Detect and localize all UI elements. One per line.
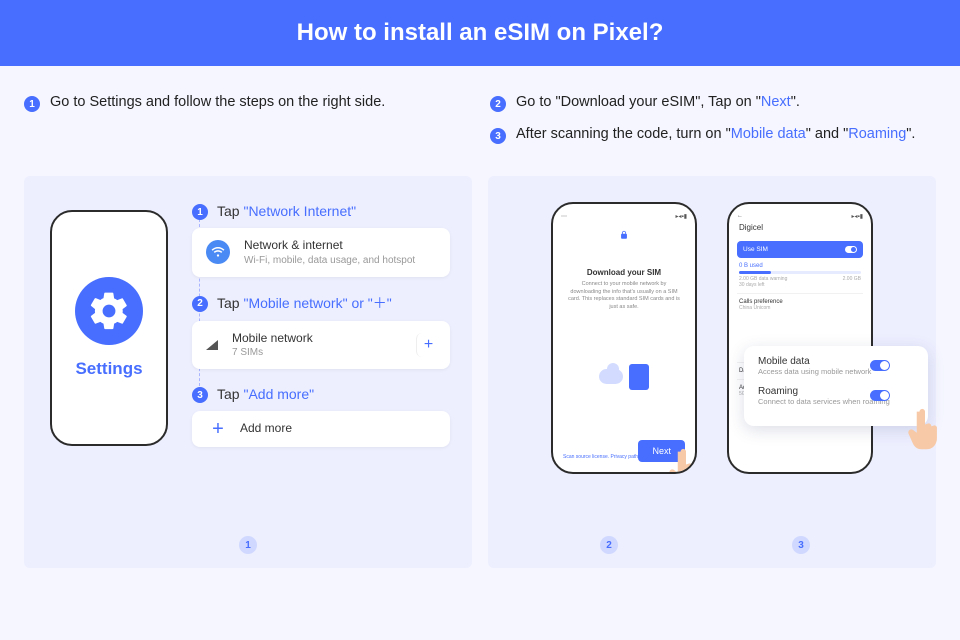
download-sub: Connect to your mobile network by downlo… (561, 281, 687, 312)
plus-icon[interactable]: + (416, 333, 440, 357)
panel-badge-1: 1 (239, 536, 257, 554)
page-title: How to install an eSIM on Pixel? (297, 19, 664, 47)
intro-step-1: 1 Go to Settings and follow the steps on… (24, 94, 470, 112)
carrier-label: Digicel (737, 220, 863, 235)
network-internet-link: "Network Internet" (243, 203, 356, 219)
step-number-1: 1 (24, 96, 40, 112)
row-sub: 7 SIMs (232, 346, 313, 359)
intro-step-2: 2 Go to "Download your eSIM", Tap on "Ne… (490, 94, 936, 112)
plus-link: "＋" (368, 295, 392, 311)
substep-1-num: 1 (192, 204, 208, 220)
network-internet-row[interactable]: Network & internet Wi-Fi, mobile, data u… (192, 228, 450, 277)
card-left: Settings 1 Tap "Network Internet" Networ… (24, 176, 472, 568)
substep-3-num: 3 (192, 387, 208, 403)
mobile-data-toggle[interactable] (870, 360, 890, 371)
calls-preference-row[interactable]: Calls preference China Unicom (737, 293, 863, 316)
sim-card-icon (629, 364, 649, 390)
row-title: Add more (240, 421, 292, 437)
cloud-icon (599, 369, 623, 384)
substep-1: 1 Tap "Network Internet" Network & inter… (192, 202, 450, 277)
source-license-link[interactable]: Scan source license. Privacy path (563, 454, 638, 460)
intro-step-1-text: Go to Settings and follow the steps on t… (50, 94, 385, 110)
add-more-row[interactable]: + Add more (192, 411, 450, 447)
usage-label: 0 B used (739, 263, 861, 269)
next-link: Next (761, 94, 791, 110)
header: How to install an eSIM on Pixel? (0, 0, 960, 66)
hand-pointer-icon (667, 448, 697, 474)
settings-label: Settings (75, 359, 142, 379)
panel-badge-3: 3 (792, 536, 810, 554)
intro-col-left: 1 Go to Settings and follow the steps on… (24, 94, 470, 158)
substep-2-num: 2 (192, 296, 208, 312)
gear-icon (75, 277, 143, 345)
intro-step-2-text: Go to "Download your eSIM", Tap on "Next… (516, 94, 800, 110)
substep-2: 2 Tap "Mobile network" or "＋" Mobile net… (192, 293, 450, 370)
mobile-network-link: "Mobile network" (243, 295, 347, 311)
toggles-overlay: Mobile data Access data using mobile net… (744, 346, 928, 426)
phone-settings-mock: Settings (50, 210, 168, 446)
row-sub: Wi-Fi, mobile, data usage, and hotspot (244, 254, 415, 267)
intro-step-3: 3 After scanning the code, turn on "Mobi… (490, 126, 936, 144)
step-number-3: 3 (490, 128, 506, 144)
roaming-link: Roaming (848, 126, 906, 142)
use-sim-toggle[interactable]: Use SIM (737, 241, 863, 258)
hand-pointer-icon (906, 408, 944, 452)
plus-icon: + (210, 421, 226, 437)
card-right: ⋯▸◂▪▮ Download your SIM Connect to your … (488, 176, 936, 568)
sim-illustration (561, 334, 687, 420)
substeps-column: 1 Tap "Network Internet" Network & inter… (192, 202, 450, 463)
substep-3: 3 Tap "Add more" + Add more (192, 385, 450, 447)
intro-steps: 1 Go to Settings and follow the steps on… (0, 66, 960, 176)
phone-mock-download: ⋯▸◂▪▮ Download your SIM Connect to your … (551, 202, 697, 474)
intro-step-3-text: After scanning the code, turn on "Mobile… (516, 126, 915, 142)
toggle-icon (845, 246, 857, 253)
mobile-network-row[interactable]: Mobile network 7 SIMs + (192, 321, 450, 370)
step-number-2: 2 (490, 96, 506, 112)
intro-col-right: 2 Go to "Download your eSIM", Tap on "Ne… (490, 94, 936, 158)
cards-row: Settings 1 Tap "Network Internet" Networ… (0, 176, 960, 568)
mobile-data-link: Mobile data (731, 126, 806, 142)
wifi-icon (206, 240, 230, 264)
roaming-toggle[interactable] (870, 390, 890, 401)
signal-icon (206, 340, 218, 350)
add-more-link: "Add more" (243, 386, 314, 402)
lock-icon (619, 229, 629, 241)
download-title: Download your SIM (561, 268, 687, 277)
row-title: Mobile network (232, 331, 313, 347)
row-title: Network & internet (244, 238, 415, 254)
panel-badge-2: 2 (600, 536, 618, 554)
phone-mock-settings: ←▸◂▪▮ Digicel Use SIM 0 B used 2.00 GB d… (727, 202, 873, 474)
